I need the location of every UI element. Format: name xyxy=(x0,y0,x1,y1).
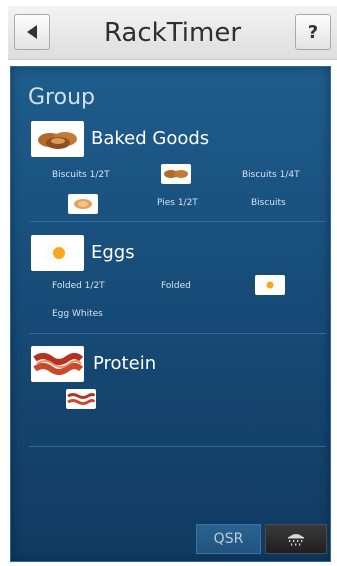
category-name-baked-goods[interactable]: Baked Goods xyxy=(91,128,209,149)
bacon-icon xyxy=(32,353,83,375)
shower-button[interactable] xyxy=(265,524,327,554)
group-panel: Group Baked Goods Biscuits 1/2T Biscuits… xyxy=(10,66,331,562)
item-biscuits-half-tray[interactable]: Biscuits 1/2T xyxy=(52,170,110,180)
section-divider xyxy=(29,221,326,222)
bacon-icon xyxy=(67,393,95,405)
pie-icon xyxy=(74,199,92,209)
eggs-image[interactable] xyxy=(31,235,84,271)
group-heading: Group xyxy=(28,85,95,110)
shower-icon xyxy=(288,534,304,546)
item-bacon-image[interactable] xyxy=(66,389,96,409)
fried-egg-icon xyxy=(261,279,279,291)
fried-egg-icon xyxy=(42,242,73,264)
item-pie-image[interactable] xyxy=(68,194,98,214)
section-divider xyxy=(29,333,326,334)
item-biscuits[interactable]: Biscuits xyxy=(251,198,286,208)
back-arrow-icon xyxy=(27,25,37,39)
item-folded-half-tray[interactable]: Folded 1/2T xyxy=(52,281,105,291)
biscuits-icon xyxy=(37,132,77,149)
baked-goods-image[interactable] xyxy=(31,121,84,157)
item-biscuits-quarter-tray[interactable]: Biscuits 1/4T xyxy=(242,170,300,180)
app-header: RackTimer ? xyxy=(8,6,337,60)
app-title: RackTimer xyxy=(103,18,242,48)
item-folded[interactable]: Folded xyxy=(161,281,191,291)
item-egg-whites[interactable]: Egg Whites xyxy=(52,309,103,319)
help-button[interactable]: ? xyxy=(295,14,331,50)
section-divider xyxy=(29,446,326,447)
protein-image[interactable] xyxy=(31,346,84,382)
category-name-eggs[interactable]: Eggs xyxy=(91,242,135,263)
category-name-protein[interactable]: Protein xyxy=(93,353,156,374)
qsr-button[interactable]: QSR xyxy=(196,524,261,554)
item-pies-half-tray[interactable]: Pies 1/2T xyxy=(157,198,198,208)
item-egg-image[interactable] xyxy=(255,275,285,295)
item-biscuits-image[interactable] xyxy=(161,164,191,184)
biscuits-icon xyxy=(164,170,188,178)
back-button[interactable] xyxy=(14,14,50,50)
